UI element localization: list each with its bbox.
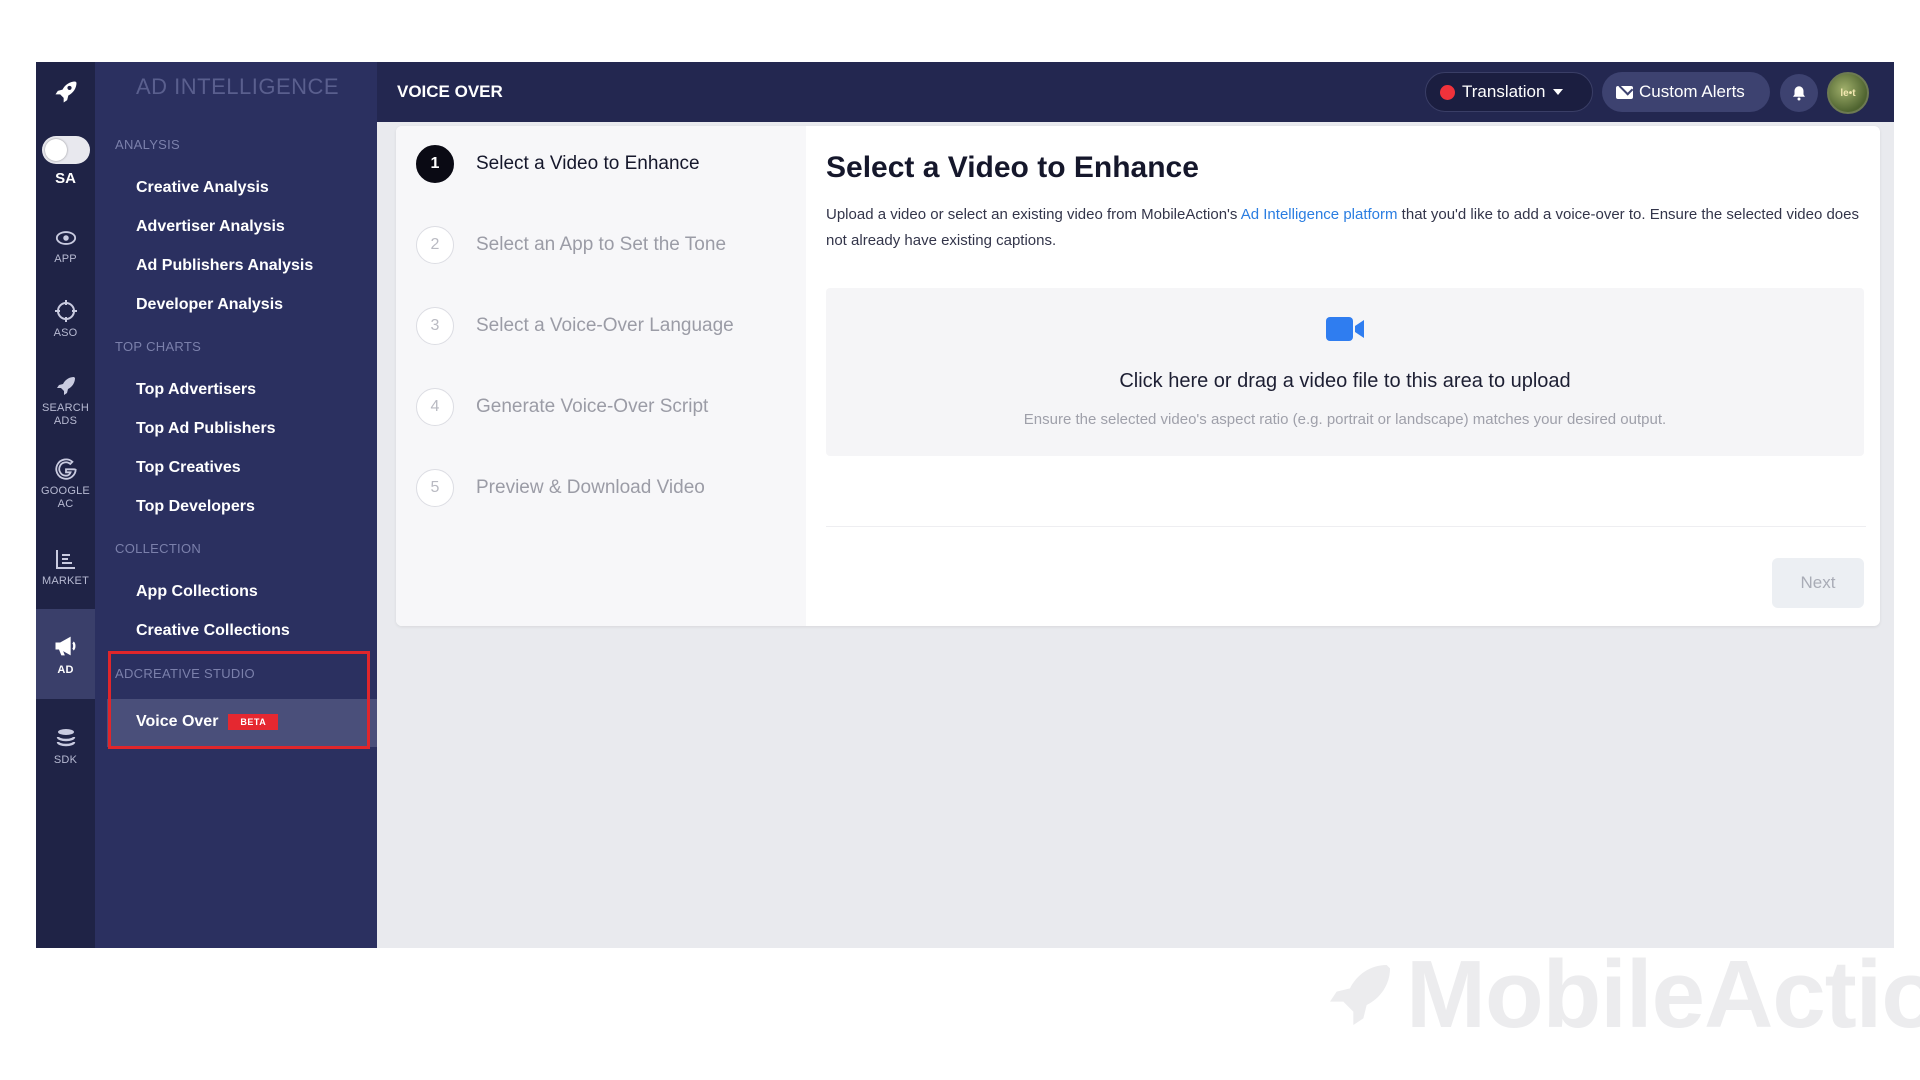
nav-item-top-creatives[interactable]: Top Creatives bbox=[136, 459, 241, 477]
upload-hint: Ensure the selected video's aspect ratio… bbox=[1023, 411, 1667, 428]
step-4[interactable]: 4 Generate Voice-Over Script bbox=[416, 388, 708, 426]
megaphone-icon bbox=[55, 636, 75, 655]
notifications-button[interactable] bbox=[1780, 74, 1818, 112]
section-analysis: ANALYSIS bbox=[115, 137, 181, 152]
highlight-annotation bbox=[108, 651, 370, 749]
rail-label: MARKET bbox=[41, 574, 90, 587]
nav-item-creative-analysis[interactable]: Creative Analysis bbox=[136, 179, 269, 197]
divider bbox=[826, 526, 1866, 527]
step-number: 2 bbox=[416, 226, 454, 264]
nav-item-top-developers[interactable]: Top Developers bbox=[136, 498, 255, 516]
desc-text: Upload a video or select an existing vid… bbox=[826, 206, 1241, 223]
rail-item-google-ac[interactable]: GOOGLE AC bbox=[36, 443, 95, 525]
nav-item-ad-publishers-analysis[interactable]: Ad Publishers Analysis bbox=[136, 257, 313, 275]
section-collection: COLLECTION bbox=[115, 541, 202, 556]
nav-item-top-ad-publishers[interactable]: Top Ad Publishers bbox=[136, 420, 276, 438]
rail-label: APP bbox=[54, 252, 77, 265]
upload-instruction: Click here or drag a video file to this … bbox=[1119, 370, 1571, 392]
step-number: 1 bbox=[416, 145, 454, 183]
target-icon bbox=[54, 299, 77, 322]
chevron-down-icon bbox=[1553, 89, 1564, 95]
nav-item-creative-collections[interactable]: Creative Collections bbox=[136, 622, 290, 640]
app-frame: SA APP ASO SEARCH ADS GOOGLE AC MARKET A… bbox=[36, 62, 1894, 948]
nav-item-developer-analysis[interactable]: Developer Analysis bbox=[136, 296, 283, 314]
nav-item-advertiser-analysis[interactable]: Advertiser Analysis bbox=[136, 218, 285, 236]
toggle-label: SA bbox=[55, 170, 76, 187]
envelope-icon bbox=[1616, 85, 1633, 99]
ad-intelligence-link[interactable]: Ad Intelligence platform bbox=[1241, 206, 1398, 223]
step-label: Select a Video to Enhance bbox=[476, 153, 700, 174]
rail-label: AD bbox=[57, 663, 74, 676]
step-label: Select an App to Set the Tone bbox=[476, 234, 727, 255]
top-bar: VOICE OVER Translation Custom Alerts le•… bbox=[377, 62, 1894, 122]
video-upload-dropzone[interactable]: Click here or drag a video file to this … bbox=[826, 288, 1864, 456]
custom-alerts-label: Custom Alerts bbox=[1639, 82, 1745, 101]
step-5[interactable]: 5 Preview & Download Video bbox=[416, 469, 705, 507]
icon-rail: SA APP ASO SEARCH ADS GOOGLE AC MARKET A… bbox=[36, 62, 95, 948]
step-title: Select a Video to Enhance bbox=[826, 151, 1199, 184]
layers-icon bbox=[56, 728, 75, 746]
step-number: 3 bbox=[416, 307, 454, 345]
voice-over-wizard: 1 Select a Video to Enhance 2 Select an … bbox=[396, 126, 1880, 626]
rocket-icon bbox=[56, 377, 75, 395]
custom-alerts-button[interactable]: Custom Alerts bbox=[1602, 72, 1770, 112]
step-3[interactable]: 3 Select a Voice-Over Language bbox=[416, 307, 734, 345]
page-title: VOICE OVER bbox=[397, 82, 503, 101]
nav-item-top-advertisers[interactable]: Top Advertisers bbox=[136, 381, 256, 399]
translation-label: Translation bbox=[1462, 82, 1546, 101]
google-icon bbox=[54, 458, 77, 480]
step-content: Select a Video to Enhance Upload a video… bbox=[826, 126, 1880, 626]
watermark: MobileAction bbox=[1320, 940, 1920, 1050]
status-dot-icon bbox=[1440, 84, 1455, 100]
brand-title: AD INTELLIGENCE bbox=[136, 74, 340, 99]
rail-item-search-ads[interactable]: SEARCH ADS bbox=[36, 359, 95, 443]
video-camera-icon bbox=[1326, 317, 1364, 341]
next-button[interactable]: Next bbox=[1772, 558, 1864, 608]
watermark-text: MobileAction bbox=[1406, 941, 1920, 1048]
rocket-logo-icon bbox=[1330, 965, 1390, 1025]
step-number: 4 bbox=[416, 388, 454, 426]
step-2[interactable]: 2 Select an App to Set the Tone bbox=[416, 226, 726, 264]
translation-dropdown[interactable]: Translation bbox=[1425, 72, 1593, 112]
rail-item-market[interactable]: MARKET bbox=[36, 525, 95, 609]
rail-item-app[interactable]: APP bbox=[36, 213, 95, 279]
rocket-logo-icon[interactable] bbox=[36, 62, 95, 122]
step-number: 5 bbox=[416, 469, 454, 507]
step-label: Generate Voice-Over Script bbox=[476, 396, 709, 417]
rail-label: SDK bbox=[53, 753, 78, 766]
rail-label: SEARCH ADS bbox=[41, 402, 90, 427]
section-top-charts: TOP CHARTS bbox=[115, 339, 202, 354]
nav-item-app-collections[interactable]: App Collections bbox=[136, 583, 258, 601]
sidebar-nav: AD INTELLIGENCE ANALYSIS Creative Analys… bbox=[95, 62, 377, 948]
step-label: Select a Voice-Over Language bbox=[476, 315, 734, 336]
bell-icon bbox=[1793, 86, 1805, 101]
mode-toggle[interactable] bbox=[41, 136, 90, 164]
step-description: Upload a video or select an existing vid… bbox=[826, 202, 1866, 254]
rail-item-ad[interactable]: AD bbox=[36, 609, 95, 699]
avatar[interactable]: le•t bbox=[1827, 72, 1869, 114]
rail-label: GOOGLE AC bbox=[41, 485, 90, 510]
eye-icon bbox=[55, 230, 76, 245]
rail-label: ASO bbox=[53, 326, 78, 339]
step-1[interactable]: 1 Select a Video to Enhance bbox=[416, 145, 700, 183]
rail-item-sdk[interactable]: SDK bbox=[36, 699, 95, 793]
bar-chart-icon bbox=[55, 549, 75, 569]
wizard-steps: 1 Select a Video to Enhance 2 Select an … bbox=[396, 126, 806, 626]
step-label: Preview & Download Video bbox=[476, 477, 705, 498]
rail-item-aso[interactable]: ASO bbox=[36, 279, 95, 359]
